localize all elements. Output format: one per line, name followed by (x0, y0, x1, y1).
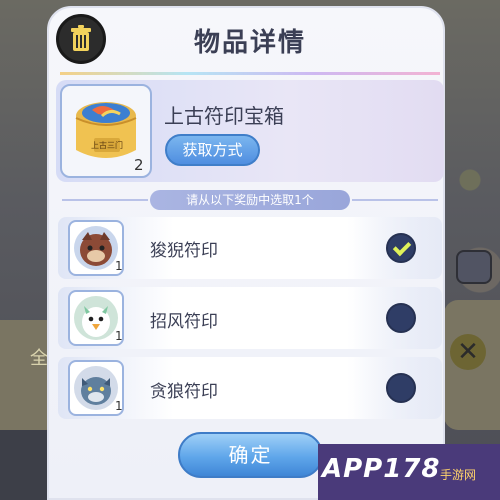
reward-qty-3: 1 (115, 399, 123, 413)
chest-label: 上古三门 (91, 140, 123, 150)
reward-name-2: 招风符印 (150, 312, 218, 332)
item-count: 2 (134, 156, 144, 174)
background-chat-icon (456, 250, 492, 284)
reward-name-1: 狻猊符印 (150, 241, 218, 261)
background-close-icon: ✕ (450, 334, 486, 370)
reward-name-3: 贪狼符印 (150, 382, 218, 402)
check-icon (392, 237, 412, 257)
reward-qty-2: 1 (115, 329, 123, 343)
trash-button[interactable] (56, 14, 106, 64)
background-left-label: 全 (30, 348, 48, 369)
obtain-method-button[interactable]: 获取方式 (165, 134, 260, 166)
hint-divider-left (62, 199, 148, 201)
item-name: 上古符印宝箱 (164, 104, 284, 128)
selection-hint: 请从以下奖励中选取1个 (150, 190, 350, 210)
reward-qty-1: 1 (115, 259, 123, 273)
watermark-text: APP178 (322, 454, 441, 484)
confirm-button[interactable]: 确定 (178, 432, 323, 478)
watermark-subtext: 手游网 (440, 468, 477, 482)
trash-icon (71, 25, 91, 51)
title-divider (60, 72, 440, 75)
reward-radio-2[interactable] (386, 303, 416, 333)
reward-radio-1-selected[interactable] (386, 233, 416, 263)
hint-divider-right (352, 199, 438, 201)
reward-radio-3[interactable] (386, 373, 416, 403)
